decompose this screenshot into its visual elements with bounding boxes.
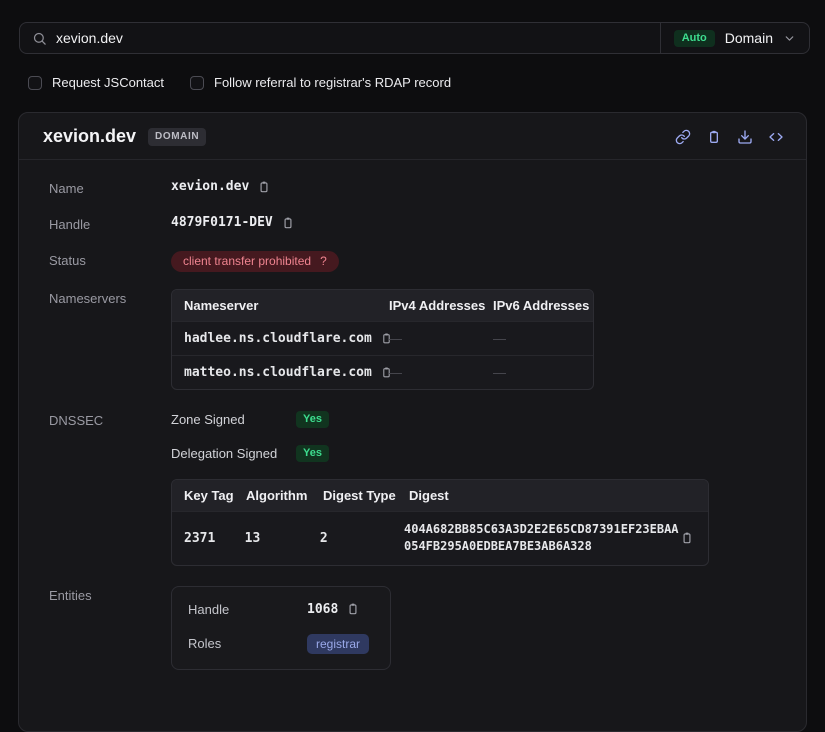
algorithm-value: 13 (245, 531, 320, 546)
status-help-icon[interactable]: ? (320, 255, 327, 267)
nameservers-label: Nameservers (49, 289, 171, 306)
field-dnssec: DNSSEC Zone Signed Yes Delegation Signed… (49, 411, 782, 566)
options-row: Request JSContact Follow referral to reg… (28, 75, 825, 90)
dnssec-label: DNSSEC (49, 411, 171, 428)
field-nameservers: Nameservers Nameserver IPv4 Addresses IP… (49, 289, 782, 390)
copy-icon[interactable] (281, 216, 295, 230)
header-digest-type: Digest Type (323, 488, 409, 503)
header-nameserver: Nameserver (172, 298, 389, 313)
table-row: 2371 13 2 404A682BB85C63A3D2E2E65CD87391… (172, 511, 708, 565)
header-digest: Digest (409, 488, 708, 503)
name-value: xevion.dev (171, 179, 249, 194)
role-badge-registrar: registrar (307, 634, 369, 654)
follow-referral-checkbox[interactable] (190, 76, 204, 90)
header-algorithm: Algorithm (246, 488, 323, 503)
view-source-icon[interactable] (768, 129, 784, 145)
ipv6-empty: — (493, 365, 593, 380)
record-type-select[interactable]: Auto Domain (660, 23, 809, 53)
field-entities: Entities Handle 1068 Roles registrar (49, 586, 782, 670)
status-badge: client transfer prohibited ? (171, 251, 339, 272)
record-type-label: Domain (725, 30, 773, 46)
field-handle: Handle 4879F0171-DEV (49, 215, 782, 232)
nameservers-table-header: Nameserver IPv4 Addresses IPv6 Addresses (172, 290, 593, 321)
entity-card: Handle 1068 Roles registrar (171, 586, 391, 670)
entities-label: Entities (49, 586, 171, 603)
header-key-tag: Key Tag (172, 488, 246, 503)
zone-signed-row: Zone Signed Yes (171, 411, 709, 428)
field-name: Name xevion.dev (49, 179, 782, 196)
entity-roles-row: Roles registrar (188, 634, 374, 654)
domain-result-card: xevion.dev DOMAIN Name xevion.dev (18, 112, 807, 732)
dnssec-table: Key Tag Algorithm Digest Type Digest 237… (171, 479, 709, 566)
status-text: client transfer prohibited (183, 255, 311, 267)
header-ipv4: IPv4 Addresses (389, 298, 493, 313)
copy-record-icon[interactable] (706, 129, 722, 145)
delegation-signed-row: Delegation Signed Yes (171, 445, 709, 462)
entity-roles-label: Roles (188, 636, 307, 651)
ipv4-empty: — (389, 331, 493, 346)
key-tag-value: 2371 (172, 531, 245, 546)
nameserver-host: hadlee.ns.cloudflare.com (184, 331, 372, 346)
dnssec-table-header: Key Tag Algorithm Digest Type Digest (172, 480, 708, 511)
entity-handle-value: 1068 (307, 602, 338, 617)
jscontact-label: Request JSContact (52, 75, 164, 90)
option-request-jscontact[interactable]: Request JSContact (28, 75, 164, 90)
entity-handle-label: Handle (188, 602, 307, 617)
search-bar: Auto Domain (19, 22, 810, 54)
copy-icon[interactable] (346, 602, 360, 616)
option-follow-referral[interactable]: Follow referral to registrar's RDAP reco… (190, 75, 451, 90)
chevron-down-icon (783, 32, 796, 45)
download-icon[interactable] (737, 129, 753, 145)
search-icon (32, 31, 47, 46)
digest-value: 404A682BB85C63A3D2E2E65CD87391EF23EBAA05… (404, 521, 680, 556)
zone-signed-badge: Yes (296, 411, 329, 428)
copy-icon[interactable] (680, 531, 694, 545)
domain-title: xevion.dev (43, 126, 136, 147)
object-type-badge: DOMAIN (148, 128, 206, 146)
status-label: Status (49, 251, 171, 268)
name-label: Name (49, 179, 171, 196)
permalink-icon[interactable] (675, 129, 691, 145)
digest-type-value: 2 (320, 531, 404, 546)
auto-badge: Auto (674, 30, 715, 47)
ipv4-empty: — (389, 365, 493, 380)
card-header: xevion.dev DOMAIN (19, 113, 806, 160)
delegation-signed-label: Delegation Signed (171, 446, 296, 461)
nameservers-table: Nameserver IPv4 Addresses IPv6 Addresses… (171, 289, 594, 390)
search-input[interactable] (56, 30, 648, 46)
table-row: hadlee.ns.cloudflare.com — — (172, 321, 593, 355)
handle-label: Handle (49, 215, 171, 232)
card-actions (675, 129, 784, 145)
field-status: Status client transfer prohibited ? (49, 251, 782, 272)
follow-referral-label: Follow referral to registrar's RDAP reco… (214, 75, 451, 90)
handle-value: 4879F0171-DEV (171, 215, 273, 230)
ipv6-empty: — (493, 331, 593, 346)
table-row: matteo.ns.cloudflare.com — — (172, 355, 593, 389)
zone-signed-label: Zone Signed (171, 412, 296, 427)
header-ipv6: IPv6 Addresses (493, 298, 593, 313)
copy-icon[interactable] (257, 180, 271, 194)
jscontact-checkbox[interactable] (28, 76, 42, 90)
delegation-signed-badge: Yes (296, 445, 329, 462)
search-input-wrap (20, 23, 660, 53)
entity-handle-row: Handle 1068 (188, 602, 374, 617)
nameserver-host: matteo.ns.cloudflare.com (184, 365, 372, 380)
